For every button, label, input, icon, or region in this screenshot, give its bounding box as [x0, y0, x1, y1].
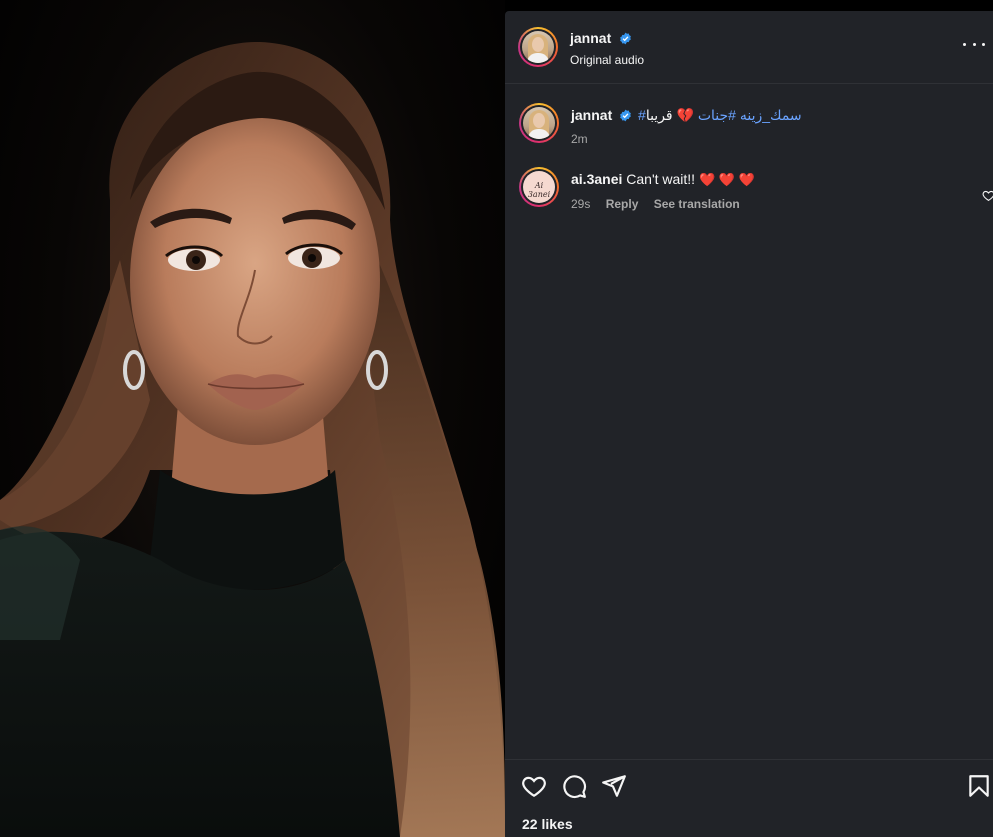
verified-badge-icon: [619, 32, 631, 45]
comment-time: 29s: [571, 197, 591, 211]
heart-emoji: ❤️ ❤️ ❤️: [698, 172, 755, 187]
audio-label[interactable]: Original audio: [570, 53, 644, 67]
post-media[interactable]: [0, 0, 505, 837]
heart-icon[interactable]: [521, 773, 547, 799]
bookmark-icon[interactable]: [966, 773, 992, 799]
commenter-username[interactable]: ai.3anei: [571, 171, 622, 187]
see-translation-button[interactable]: See translation: [654, 197, 740, 211]
comment-icon[interactable]: [561, 773, 587, 799]
caption-avatar[interactable]: [519, 103, 559, 143]
comment-text: Can't wait!!: [626, 171, 696, 187]
author-avatar[interactable]: [518, 27, 558, 67]
share-icon[interactable]: [601, 773, 627, 799]
likes-count[interactable]: 22 likes: [522, 816, 573, 832]
broken-heart-emoji: 💔: [676, 107, 694, 123]
author-username[interactable]: jannat: [570, 30, 611, 46]
comment-like-icon[interactable]: [982, 189, 993, 202]
instagram-post-viewer: jannat Original audio jannat #سمك_زينه #…: [0, 0, 993, 837]
reply-button[interactable]: Reply: [606, 197, 639, 211]
header-divider: [505, 83, 993, 84]
caption-time: 2m: [571, 132, 588, 146]
commenter-avatar-logo: Ai 3anei: [527, 181, 551, 199]
post-header: jannat Original audio: [505, 11, 993, 83]
caption-username[interactable]: jannat: [571, 107, 612, 123]
verified-badge-icon: [620, 109, 631, 122]
portrait-image: [0, 41, 505, 837]
actions-divider: [505, 759, 993, 760]
post-detail-panel: jannat Original audio jannat #سمك_زينه #…: [505, 11, 993, 837]
more-options-icon[interactable]: [963, 37, 985, 51]
commenter-avatar[interactable]: Ai 3anei: [519, 167, 559, 207]
caption-text: قريبا: [645, 107, 673, 123]
